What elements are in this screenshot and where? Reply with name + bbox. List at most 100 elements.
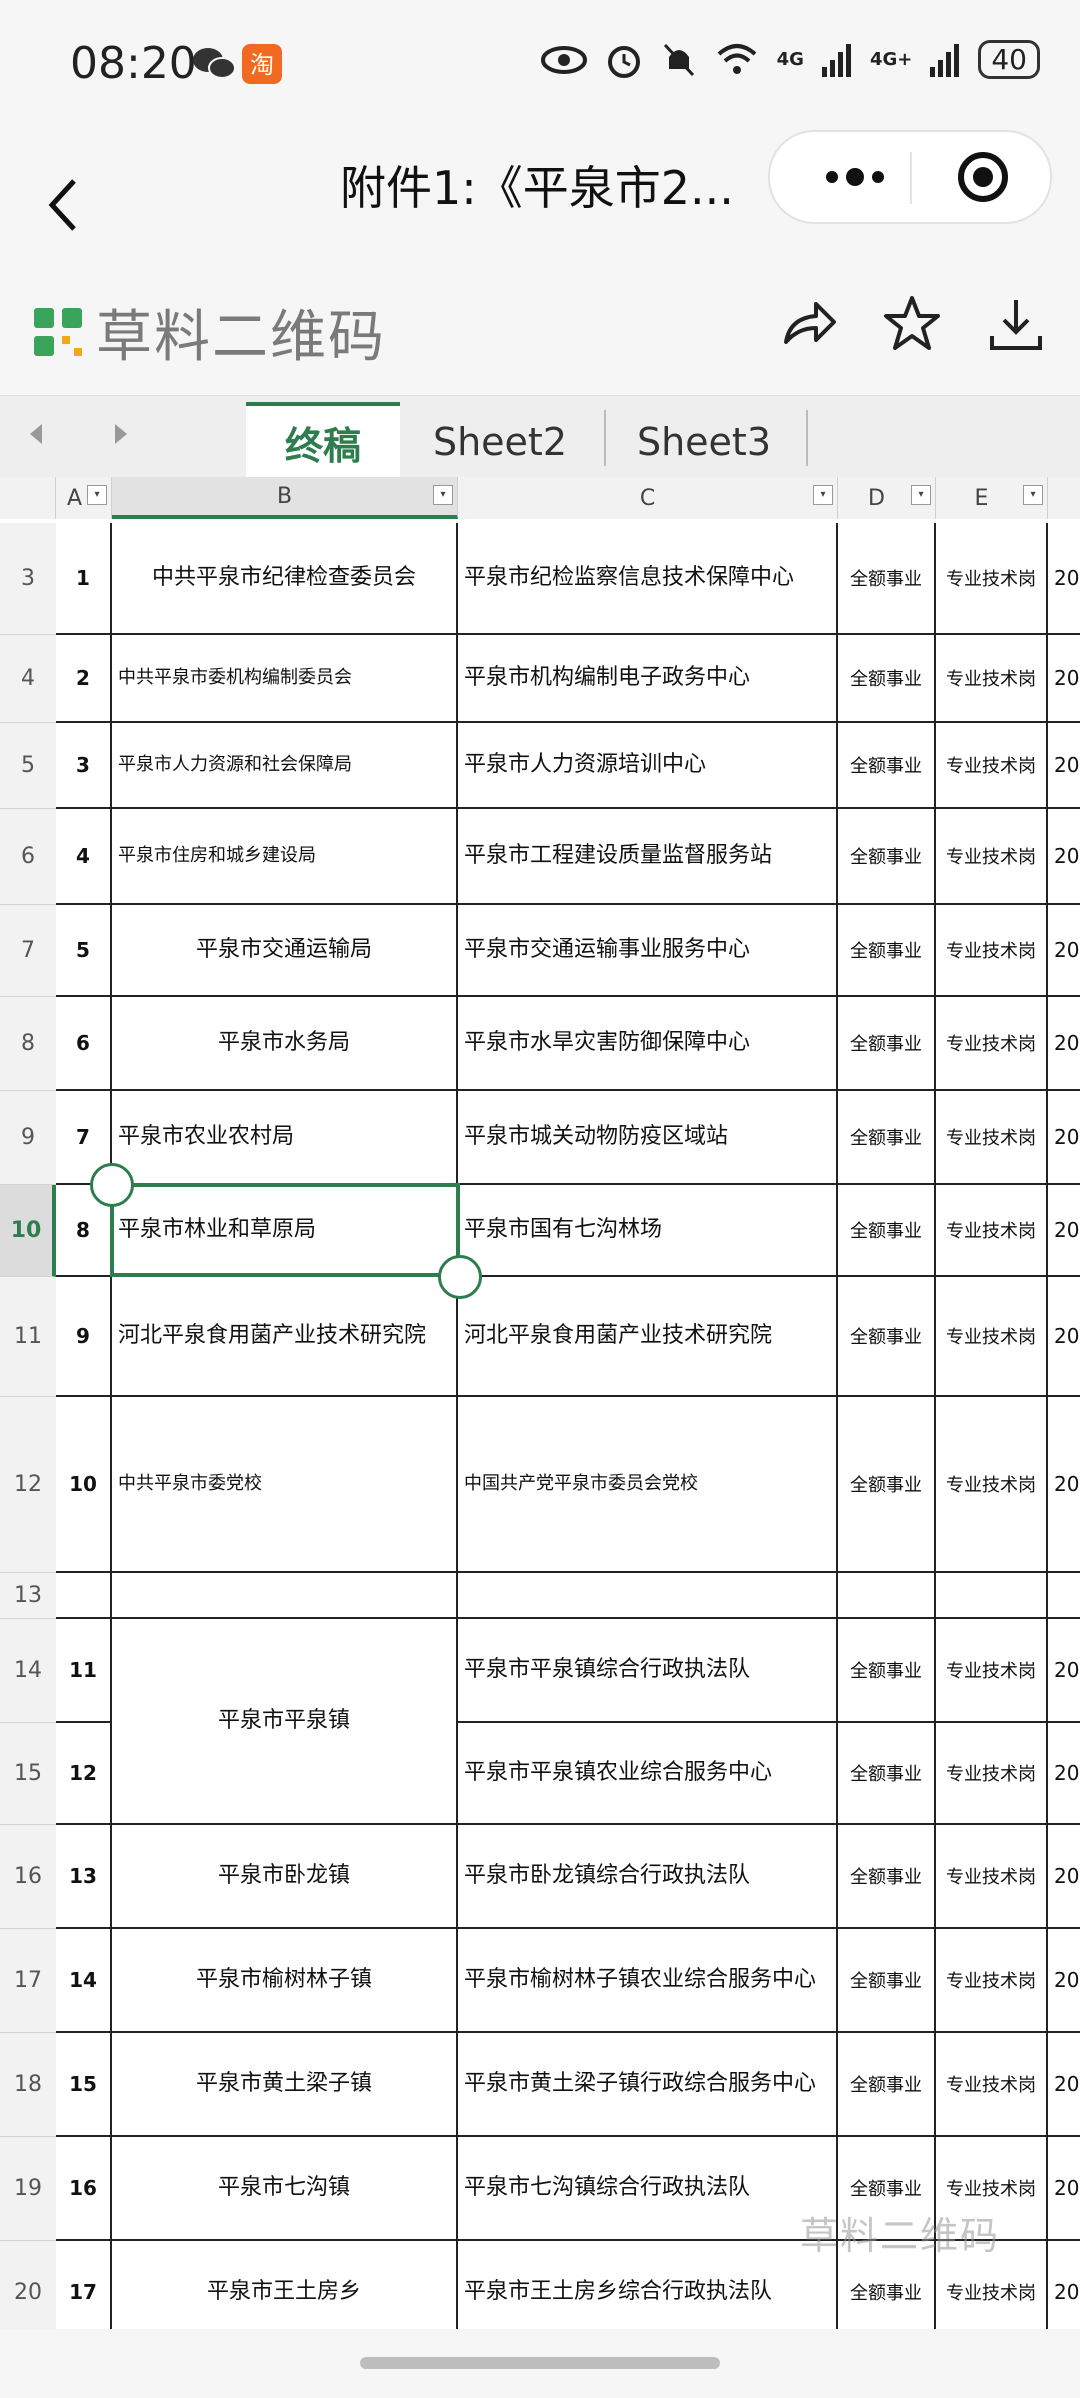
- cell-c[interactable]: 河北平泉食用菌产业技术研究院: [458, 1277, 838, 1397]
- cell-d[interactable]: 全额事业: [838, 2033, 936, 2137]
- star-icon[interactable]: [880, 292, 944, 356]
- cell-e[interactable]: 专业技术岗: [936, 1723, 1048, 1825]
- row-header[interactable]: 20: [0, 2241, 56, 2329]
- cell-c[interactable]: 平泉市人力资源培训中心: [458, 723, 838, 809]
- cell-b[interactable]: 平泉市住房和城乡建设局: [112, 809, 458, 905]
- cell-f[interactable]: 20: [1048, 2137, 1080, 2241]
- cell-a[interactable]: 16: [56, 2137, 112, 2241]
- cell-e[interactable]: 专业技术岗: [936, 1277, 1048, 1397]
- row-header[interactable]: 7: [0, 905, 56, 997]
- row-header[interactable]: 16: [0, 1825, 56, 1929]
- cell-b[interactable]: 平泉市水务局: [112, 997, 458, 1091]
- filter-dropdown-icon[interactable]: ▾: [433, 485, 453, 505]
- cell-e[interactable]: 专业技术岗: [936, 1091, 1048, 1185]
- cell-e[interactable]: 专业技术岗: [936, 1825, 1048, 1929]
- row-header[interactable]: 5: [0, 723, 56, 809]
- cell-c[interactable]: 平泉市城关动物防疫区域站: [458, 1091, 838, 1185]
- cell-b[interactable]: 平泉市榆树林子镇: [112, 1929, 458, 2033]
- row-header[interactable]: 10: [0, 1185, 56, 1277]
- column-header-c[interactable]: C ▾: [458, 477, 838, 519]
- cell-c[interactable]: 平泉市平泉镇综合行政执法队: [458, 1619, 838, 1723]
- tab-scroll-left-icon[interactable]: [30, 424, 42, 444]
- cell-d[interactable]: 全额事业: [838, 1091, 936, 1185]
- cell-e[interactable]: 专业技术岗: [936, 1929, 1048, 2033]
- cell-e[interactable]: 专业技术岗: [936, 905, 1048, 997]
- cell-b[interactable]: 平泉市人力资源和社会保障局: [112, 723, 458, 809]
- cell-e[interactable]: 专业技术岗: [936, 523, 1048, 635]
- cell-d[interactable]: 全额事业: [838, 723, 936, 809]
- cell-b[interactable]: 中共平泉市委机构编制委员会: [112, 635, 458, 723]
- cell-d[interactable]: 全额事业: [838, 1929, 936, 2033]
- cell-a[interactable]: 12: [56, 1723, 112, 1825]
- row-header[interactable]: 3: [0, 523, 56, 635]
- cell-d[interactable]: 全额事业: [838, 1277, 936, 1397]
- cell-f[interactable]: 20: [1048, 997, 1080, 1091]
- more-icon[interactable]: [810, 152, 900, 202]
- cell-c[interactable]: [458, 1573, 838, 1619]
- selection-handle-end[interactable]: [438, 1255, 482, 1299]
- cell-a[interactable]: 11: [56, 1619, 112, 1723]
- cell-f[interactable]: [1048, 1573, 1080, 1619]
- cell-f[interactable]: 20: [1048, 2241, 1080, 2329]
- row-header[interactable]: 14: [0, 1619, 56, 1723]
- cell-c[interactable]: 平泉市榆树林子镇农业综合服务中心: [458, 1929, 838, 2033]
- cell-d[interactable]: 全额事业: [838, 1723, 936, 1825]
- cell-b[interactable]: 平泉市平泉镇: [112, 1619, 458, 1825]
- column-header-d[interactable]: D ▾: [838, 477, 936, 519]
- cell-f[interactable]: 20: [1048, 723, 1080, 809]
- tab-sheet2[interactable]: Sheet2: [410, 406, 590, 478]
- row-header[interactable]: 9: [0, 1091, 56, 1185]
- cell-b[interactable]: 平泉市七沟镇: [112, 2137, 458, 2241]
- cell-a[interactable]: 1: [56, 523, 112, 635]
- cell-a[interactable]: 3: [56, 723, 112, 809]
- column-header-b[interactable]: B ▾: [112, 477, 458, 519]
- filter-dropdown-icon[interactable]: ▾: [1023, 485, 1043, 505]
- column-header-e[interactable]: E ▾: [936, 477, 1048, 519]
- tab-scroll-right-icon[interactable]: [115, 424, 127, 444]
- corner-cell[interactable]: [0, 477, 56, 519]
- cell-f[interactable]: 20: [1048, 1185, 1080, 1277]
- cell-c[interactable]: 平泉市交通运输事业服务中心: [458, 905, 838, 997]
- back-icon[interactable]: [40, 175, 90, 235]
- cell-f[interactable]: 20: [1048, 523, 1080, 635]
- row-header[interactable]: 18: [0, 2033, 56, 2137]
- cell-b[interactable]: 中共平泉市委党校: [112, 1397, 458, 1573]
- cell-e[interactable]: 专业技术岗: [936, 1185, 1048, 1277]
- cell-d[interactable]: 全额事业: [838, 1397, 936, 1573]
- cell-c[interactable]: 平泉市平泉镇农业综合服务中心: [458, 1723, 838, 1825]
- cell-b[interactable]: 平泉市林业和草原局: [112, 1185, 458, 1277]
- cell-d[interactable]: 全额事业: [838, 635, 936, 723]
- home-indicator[interactable]: [360, 2357, 720, 2369]
- cell-c[interactable]: 平泉市国有七沟林场: [458, 1185, 838, 1277]
- cell-a[interactable]: 14: [56, 1929, 112, 2033]
- selection-handle-start[interactable]: [90, 1163, 134, 1207]
- cell-d[interactable]: 全额事业: [838, 905, 936, 997]
- cell-e[interactable]: 专业技术岗: [936, 723, 1048, 809]
- filter-dropdown-icon[interactable]: ▾: [813, 485, 833, 505]
- cell-d[interactable]: 全额事业: [838, 523, 936, 635]
- cell-b[interactable]: 平泉市黄土梁子镇: [112, 2033, 458, 2137]
- cell-f[interactable]: 20: [1048, 1619, 1080, 1723]
- cell-b[interactable]: [112, 1573, 458, 1619]
- cell-a[interactable]: 4: [56, 809, 112, 905]
- cell-a[interactable]: [56, 1573, 112, 1619]
- row-header[interactable]: 8: [0, 997, 56, 1091]
- cell-b[interactable]: 中共平泉市纪律检查委员会: [112, 523, 458, 635]
- filter-dropdown-icon[interactable]: ▾: [87, 485, 107, 505]
- cell-f[interactable]: 20: [1048, 1397, 1080, 1573]
- cell-a[interactable]: 15: [56, 2033, 112, 2137]
- cell-c[interactable]: 平泉市水旱灾害防御保障中心: [458, 997, 838, 1091]
- cell-d[interactable]: 全额事业: [838, 997, 936, 1091]
- cell-a[interactable]: 10: [56, 1397, 112, 1573]
- cell-b[interactable]: 平泉市王土房乡: [112, 2241, 458, 2329]
- cell-c[interactable]: 平泉市卧龙镇综合行政执法队: [458, 1825, 838, 1929]
- cell-a[interactable]: 6: [56, 997, 112, 1091]
- cell-f[interactable]: 20: [1048, 1929, 1080, 2033]
- cell-e[interactable]: 专业技术岗: [936, 997, 1048, 1091]
- cell-c[interactable]: 平泉市工程建设质量监督服务站: [458, 809, 838, 905]
- row-header[interactable]: 19: [0, 2137, 56, 2241]
- cell-d[interactable]: [838, 1573, 936, 1619]
- cell-a[interactable]: 13: [56, 1825, 112, 1929]
- cell-f[interactable]: 20: [1048, 1723, 1080, 1825]
- row-header[interactable]: 12: [0, 1397, 56, 1573]
